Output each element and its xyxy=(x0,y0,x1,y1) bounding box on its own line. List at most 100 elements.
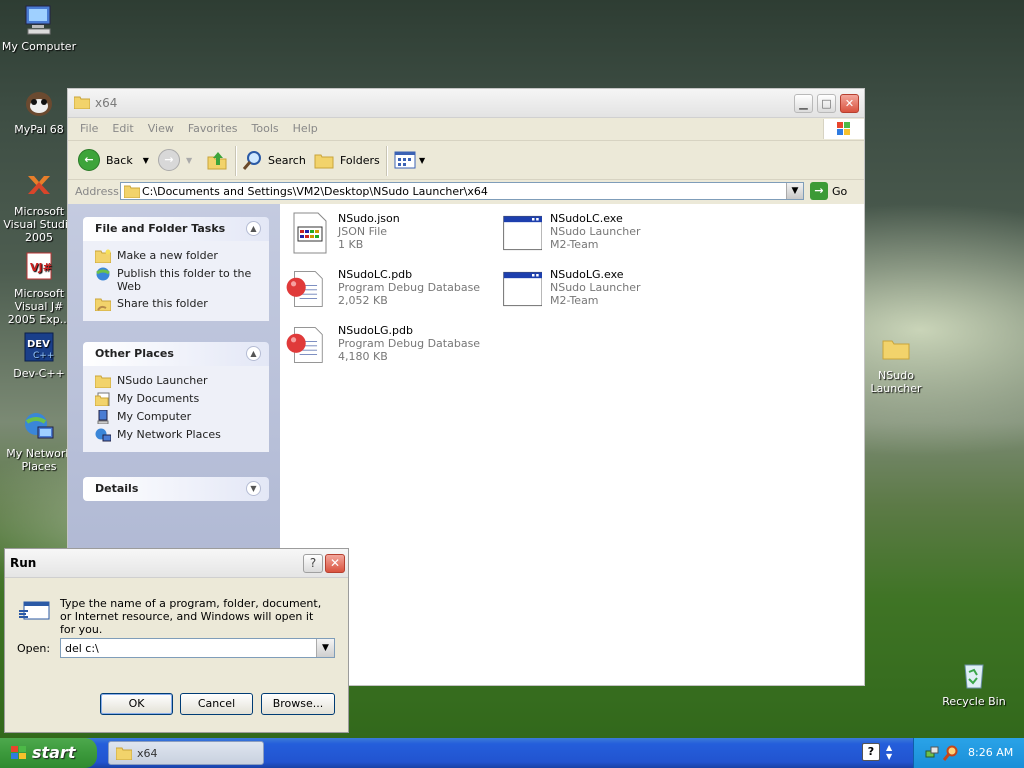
open-dropdown-button[interactable]: ▼ xyxy=(316,639,334,657)
toolbar-separator xyxy=(235,146,237,176)
file-item[interactable]: NSudoLC.pdb Program Debug Database 2,052… xyxy=(284,265,484,313)
standard-toolbar: ← Back ▼ → ▼ Search Folders ▼ xyxy=(68,141,864,180)
file-list: NSudo.json JSON File 1 KB NSudoLC.exe NS… xyxy=(280,204,864,685)
file-item[interactable]: NSudoLG.pdb Program Debug Database 4,180… xyxy=(284,321,484,369)
panel-header[interactable]: Details ▼ xyxy=(83,477,269,501)
address-dropdown-button[interactable]: ▼ xyxy=(786,183,803,199)
network-icon xyxy=(95,428,111,442)
window-title: x64 xyxy=(95,96,118,110)
network-tray-icon[interactable] xyxy=(924,745,940,761)
menu-edit[interactable]: Edit xyxy=(105,118,140,140)
help-icon: ? xyxy=(309,556,317,570)
windows-flag-icon xyxy=(11,746,26,759)
mypal-icon xyxy=(22,86,56,120)
desktop-icon-nsudo-launcher[interactable]: NSudo Launcher xyxy=(856,332,936,395)
folders-button[interactable]: Folders xyxy=(314,149,380,171)
folder-icon xyxy=(879,332,913,366)
folder-icon xyxy=(124,185,140,198)
file-item[interactable]: NSudo.json JSON File 1 KB xyxy=(290,209,490,257)
desktop-icon-recycle-bin[interactable]: Recycle Bin xyxy=(934,658,1014,708)
windows-logo-icon xyxy=(823,119,864,139)
json-file-icon xyxy=(293,212,327,254)
file-item[interactable]: NSudoLC.exe NSudo Launcher M2-Team xyxy=(502,209,702,257)
search-tray-icon[interactable] xyxy=(943,745,959,761)
search-button[interactable]: Search xyxy=(242,149,306,171)
share-folder-icon xyxy=(95,298,111,311)
menu-file[interactable]: File xyxy=(73,118,105,140)
pdb-file-icon xyxy=(286,327,323,363)
new-folder-icon xyxy=(95,249,111,263)
exe-window-icon xyxy=(503,215,542,251)
expand-chevron-icon[interactable]: ▼ xyxy=(246,481,261,496)
task-make-new-folder[interactable]: Make a new folder xyxy=(83,247,269,265)
back-button[interactable]: ← Back ▼ xyxy=(78,149,149,171)
menu-bar: File Edit View Favorites Tools Help xyxy=(68,118,864,141)
help-button[interactable]: ? xyxy=(303,554,323,573)
quicklaunch-arrows-icon[interactable]: ▲ ▼ xyxy=(886,743,892,761)
minimize-icon: ▁ xyxy=(799,97,808,110)
menu-tools[interactable]: Tools xyxy=(245,118,286,140)
start-button[interactable]: start xyxy=(0,738,97,768)
chevron-down-icon: ▼ xyxy=(791,186,799,196)
minimize-button[interactable]: ▁ xyxy=(794,94,813,113)
panel-header[interactable]: File and Folder Tasks ▲ xyxy=(83,217,269,241)
chevron-down-icon: ▼ xyxy=(322,643,329,653)
collapse-chevron-icon[interactable]: ▲ xyxy=(246,346,261,361)
close-button[interactable]: ✕ xyxy=(840,94,859,113)
go-button[interactable]: → Go xyxy=(810,182,847,200)
taskbar-item-x64[interactable]: x64 xyxy=(108,741,264,765)
pdb-file-icon xyxy=(286,271,323,307)
recycle-bin-icon xyxy=(957,658,991,692)
views-dropdown-icon: ▼ xyxy=(419,155,426,165)
desktop-icon-my-computer[interactable]: My Computer xyxy=(0,3,79,53)
help-tray-icon[interactable]: ? xyxy=(862,743,880,761)
svg-text:VJ#: VJ# xyxy=(30,261,52,274)
place-my-computer[interactable]: My Computer xyxy=(83,408,269,426)
toolbar-separator xyxy=(386,146,388,176)
forward-button[interactable]: → ▼ xyxy=(158,149,192,171)
forward-arrow-icon: → xyxy=(158,149,180,171)
system-tray: 8:26 AM xyxy=(913,738,1024,768)
taskbar: start x64 ? ▲ ▼ 8:26 AM xyxy=(0,738,1024,768)
address-path: C:\Documents and Settings\VM2\Desktop\NS… xyxy=(142,185,488,198)
run-dialog[interactable]: Run ? ✕ Type the name of a program, fold… xyxy=(4,548,349,733)
exe-window-icon xyxy=(503,271,542,307)
place-my-network-places[interactable]: My Network Places xyxy=(83,426,269,444)
collapse-chevron-icon[interactable]: ▲ xyxy=(246,221,261,236)
back-arrow-icon: ← xyxy=(78,149,100,171)
close-icon: ✕ xyxy=(329,556,341,570)
open-input[interactable]: del c:\ ▼ xyxy=(60,638,335,658)
svg-text:DEV: DEV xyxy=(27,339,50,350)
explorer-titlebar[interactable]: x64 ▁ □ ✕ xyxy=(68,89,864,118)
panel-header[interactable]: Other Places ▲ xyxy=(83,342,269,366)
search-icon xyxy=(242,151,261,170)
file-item[interactable]: NSudoLG.exe NSudo Launcher M2-Team xyxy=(502,265,702,313)
browse-button[interactable]: Browse... xyxy=(261,693,335,715)
folder-icon xyxy=(116,747,132,760)
menu-view[interactable]: View xyxy=(141,118,181,140)
run-description: Type the name of a program, folder, docu… xyxy=(60,597,322,636)
back-dropdown-icon[interactable]: ▼ xyxy=(143,156,149,165)
task-share-folder[interactable]: Share this folder xyxy=(83,295,269,313)
run-titlebar[interactable]: Run ? ✕ xyxy=(5,549,348,578)
maximize-button[interactable]: □ xyxy=(817,94,836,113)
place-my-documents[interactable]: My Documents xyxy=(83,390,269,408)
close-button[interactable]: ✕ xyxy=(325,554,345,573)
menu-favorites[interactable]: Favorites xyxy=(181,118,245,140)
place-nsudo-launcher[interactable]: NSudo Launcher xyxy=(83,372,269,390)
close-icon: ✕ xyxy=(844,97,855,110)
task-publish-folder[interactable]: Publish this folder to the Web xyxy=(83,265,269,295)
address-input[interactable]: C:\Documents and Settings\VM2\Desktop\NS… xyxy=(120,182,804,200)
computer-icon xyxy=(97,410,109,424)
details-panel: Details ▼ xyxy=(83,477,269,501)
views-button[interactable]: ▼ xyxy=(394,149,425,171)
go-arrow-icon: → xyxy=(810,182,828,200)
forward-dropdown-icon: ▼ xyxy=(186,155,193,165)
ok-button[interactable]: OK xyxy=(100,693,173,715)
menu-help[interactable]: Help xyxy=(286,118,325,140)
cancel-button[interactable]: Cancel xyxy=(180,693,253,715)
views-icon xyxy=(394,151,416,169)
up-folder-button[interactable] xyxy=(206,149,228,171)
visual-studio-icon xyxy=(22,168,56,202)
computer-icon xyxy=(22,3,56,37)
